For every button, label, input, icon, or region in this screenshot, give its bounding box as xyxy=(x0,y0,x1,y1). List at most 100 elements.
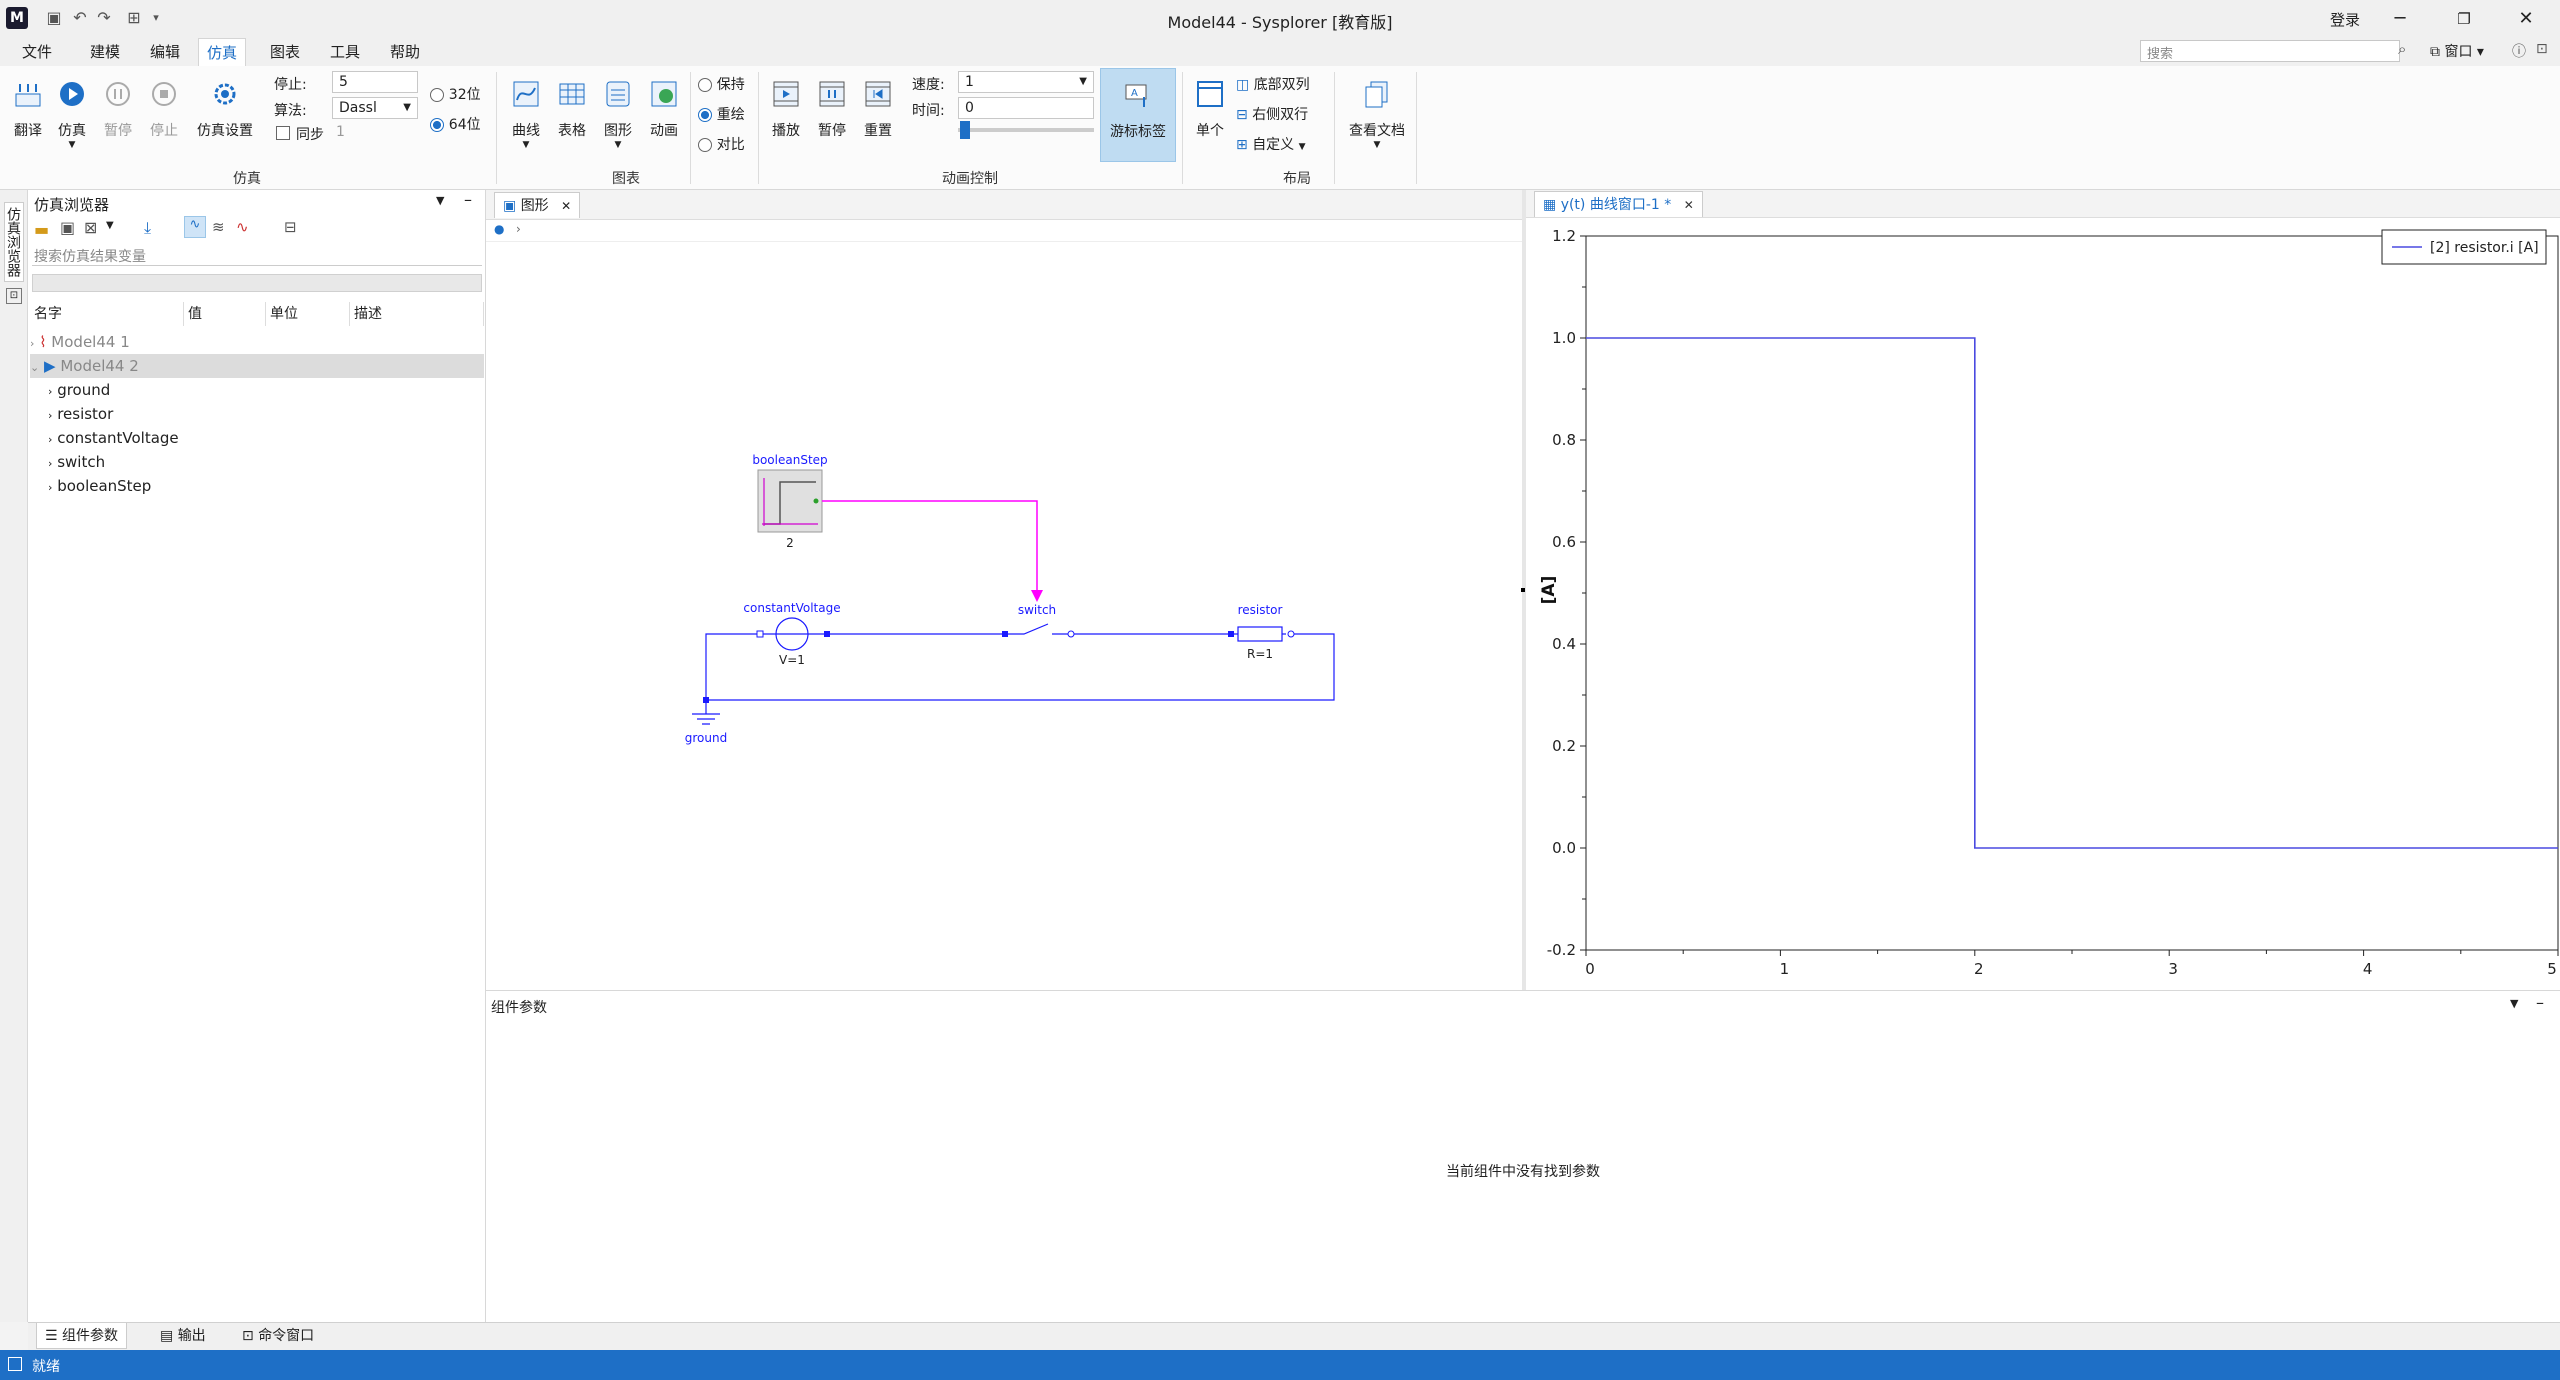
mode-redraw-radio[interactable]: 重绘 xyxy=(698,104,745,124)
help-icon[interactable]: ⓘ xyxy=(2512,41,2526,61)
panel-menu-icon[interactable]: ▼ xyxy=(2510,997,2518,1010)
menu-chart[interactable]: 图表 xyxy=(262,38,308,66)
speed-select[interactable]: 1 ▼ xyxy=(958,71,1094,93)
menu-help[interactable]: 帮助 xyxy=(382,38,428,66)
time-slider-track[interactable] xyxy=(958,128,1094,132)
sync-checkbox[interactable] xyxy=(276,126,290,140)
mode-keep-radio[interactable]: 保持 xyxy=(698,74,745,94)
close-tab-icon[interactable]: ✕ xyxy=(561,199,571,213)
search-icon[interactable]: ⌕ xyxy=(2398,40,2406,58)
anim-pause-button[interactable]: 暂停 xyxy=(814,78,850,140)
list-curve-icon[interactable]: ≋ xyxy=(212,218,225,236)
tree-row-result-2[interactable]: ⌄ ▶ Model44 2 xyxy=(30,354,484,378)
open-folder-icon[interactable]: ▬ xyxy=(34,220,49,239)
constant-voltage-block[interactable] xyxy=(756,617,830,651)
table-button[interactable]: 表格 xyxy=(554,78,590,140)
simulate-button[interactable]: 仿真 ▼ xyxy=(54,78,90,150)
translate-button[interactable]: 翻译 xyxy=(10,78,46,140)
tab-diagram[interactable]: ▣ 图形 ✕ xyxy=(494,192,581,218)
graphic-button[interactable]: 图形 ▼ xyxy=(600,78,636,150)
chevron-right-icon[interactable]: › xyxy=(48,481,52,494)
filter-curve-icon[interactable]: ∿ xyxy=(184,216,206,238)
curve-dropdown-icon[interactable]: ▼ xyxy=(508,140,544,150)
resistor-block[interactable] xyxy=(1228,626,1295,642)
bit64-radio[interactable]: 64位 xyxy=(430,114,481,134)
tree-item-ground[interactable]: › ground xyxy=(48,378,110,402)
anim-reset-button[interactable]: 重置 xyxy=(860,78,896,140)
column-unit[interactable]: 单位 xyxy=(266,302,350,326)
tab-component-params[interactable]: ☰ 组件参数 xyxy=(36,1323,128,1349)
layout-custom-button[interactable]: ⊞ 自定义 ▼ xyxy=(1236,134,1306,154)
stop-time-input[interactable]: 5 xyxy=(332,71,418,93)
tree-item-resistor[interactable]: › resistor xyxy=(48,402,113,426)
model-icon[interactable]: ● xyxy=(494,222,504,236)
window-menu[interactable]: ⧉ 窗口 ▾ xyxy=(2430,41,2484,61)
sim-browser-tab-icon[interactable]: ⊡ xyxy=(6,288,22,304)
menu-tools[interactable]: 工具 xyxy=(322,38,368,66)
tree-item-switch[interactable]: › switch xyxy=(48,450,105,474)
menu-simulation[interactable]: 仿真 xyxy=(198,38,247,66)
close-tab-icon[interactable]: ✕ xyxy=(1684,198,1694,212)
animation-button[interactable]: 动画 xyxy=(646,78,682,140)
panel-minimize-icon[interactable]: – xyxy=(2536,993,2544,1012)
chevron-right-icon[interactable]: › xyxy=(48,433,52,446)
chevron-right-icon[interactable]: › xyxy=(48,385,52,398)
chevron-right-icon[interactable]: › xyxy=(30,337,34,350)
view-docs-button[interactable]: 查看文档 ▼ xyxy=(1344,78,1410,150)
breadcrumb-arrow-icon[interactable]: › xyxy=(516,222,521,236)
cursor-label-button[interactable]: A 游标标签 xyxy=(1100,68,1176,162)
close-icon[interactable]: ✕ xyxy=(2506,5,2546,33)
pause-button[interactable]: 暂停 xyxy=(100,78,136,140)
search-input[interactable]: 搜索 xyxy=(2140,40,2400,62)
panel-menu-icon[interactable]: ▼ xyxy=(436,194,444,207)
column-value[interactable]: 值 xyxy=(184,302,266,326)
curve-button[interactable]: 曲线 ▼ xyxy=(508,78,544,150)
panel-minimize-icon[interactable]: – xyxy=(464,190,472,209)
login-link[interactable]: 登录 xyxy=(2330,9,2360,30)
layout-bottom-button[interactable]: ◫ 底部双列 xyxy=(1236,74,1310,94)
chevron-down-icon[interactable]: ⌄ xyxy=(30,361,39,374)
boolean-step-block[interactable] xyxy=(757,469,823,533)
menu-file[interactable]: 文件 xyxy=(14,38,60,66)
menu-edit[interactable]: 编辑 xyxy=(142,38,188,66)
time-slider-handle[interactable] xyxy=(960,121,970,139)
mode-compare-radio[interactable]: 对比 xyxy=(698,134,745,154)
switch-block[interactable] xyxy=(1002,623,1075,638)
filter-bar[interactable] xyxy=(32,274,482,292)
result-search-input[interactable]: 搜索仿真结果变量 xyxy=(32,246,482,266)
diagram-canvas[interactable]: booleanStep 2 constantVoltage V=1 switch… xyxy=(486,242,1522,990)
tree-item-constant-voltage[interactable]: › constantVoltage xyxy=(48,426,179,450)
import-icon[interactable]: ⤓ xyxy=(144,218,151,238)
stop-button[interactable]: 停止 xyxy=(146,78,182,140)
sim-browser-vertical-tab[interactable]: 仿真浏览器 xyxy=(4,202,24,282)
column-description[interactable]: 描述 xyxy=(350,302,484,326)
export-dropdown-icon[interactable]: ▼ xyxy=(106,220,114,231)
view-docs-dropdown-icon[interactable]: ▼ xyxy=(1344,140,1410,150)
tree-item-boolean-step[interactable]: › booleanStep xyxy=(48,474,151,498)
tree-row-result-1[interactable]: › ⌇ Model44 1 xyxy=(30,330,484,354)
plot-window[interactable]: 0 1 2 3 4 5 -0.2 0.0 0.2 0.4 0.6 0.8 1.0 1.2 [A] [2] … xyxy=(1526,218,2560,990)
export-icon[interactable]: ⊠ xyxy=(84,218,97,237)
layout-right-button[interactable]: ⊟ 右侧双行 xyxy=(1236,104,1308,124)
column-name[interactable]: 名字 xyxy=(30,302,184,326)
tab-plot-window[interactable]: ▦ y(t) 曲线窗口-1 * ✕ xyxy=(1534,191,1703,217)
ground-block[interactable] xyxy=(692,697,720,725)
boolean-signal-line[interactable] xyxy=(822,500,1038,594)
chevron-right-icon[interactable]: › xyxy=(48,457,52,470)
tab-command-window[interactable]: ⊡ 命令窗口 xyxy=(234,1323,322,1349)
tab-output[interactable]: ▤ 输出 xyxy=(152,1323,214,1349)
restore-icon[interactable]: ❐ xyxy=(2444,5,2484,33)
algorithm-select[interactable]: Dassl ▼ xyxy=(332,97,418,119)
graphic-dropdown-icon[interactable]: ▼ xyxy=(600,140,636,150)
red-curve-icon[interactable]: ∿ xyxy=(236,218,249,236)
menu-modeling[interactable]: 建模 xyxy=(82,38,128,66)
simulate-dropdown-icon[interactable]: ▼ xyxy=(54,140,90,150)
panel-toggle-icon[interactable]: ⊡ xyxy=(2536,41,2548,57)
chevron-right-icon[interactable]: › xyxy=(48,409,52,422)
minimize-icon[interactable]: ─ xyxy=(2380,5,2420,33)
anim-play-button[interactable]: 播放 xyxy=(768,78,804,140)
line-chart[interactable]: 0 1 2 3 4 5 -0.2 0.0 0.2 0.4 0.6 0.8 1.0 1.2 [A] [2] … xyxy=(1526,218,2560,990)
collapse-all-icon[interactable]: ⊟ xyxy=(284,218,297,236)
time-input[interactable]: 0 xyxy=(958,97,1094,119)
layout-single-button[interactable]: 单个 xyxy=(1190,78,1230,140)
